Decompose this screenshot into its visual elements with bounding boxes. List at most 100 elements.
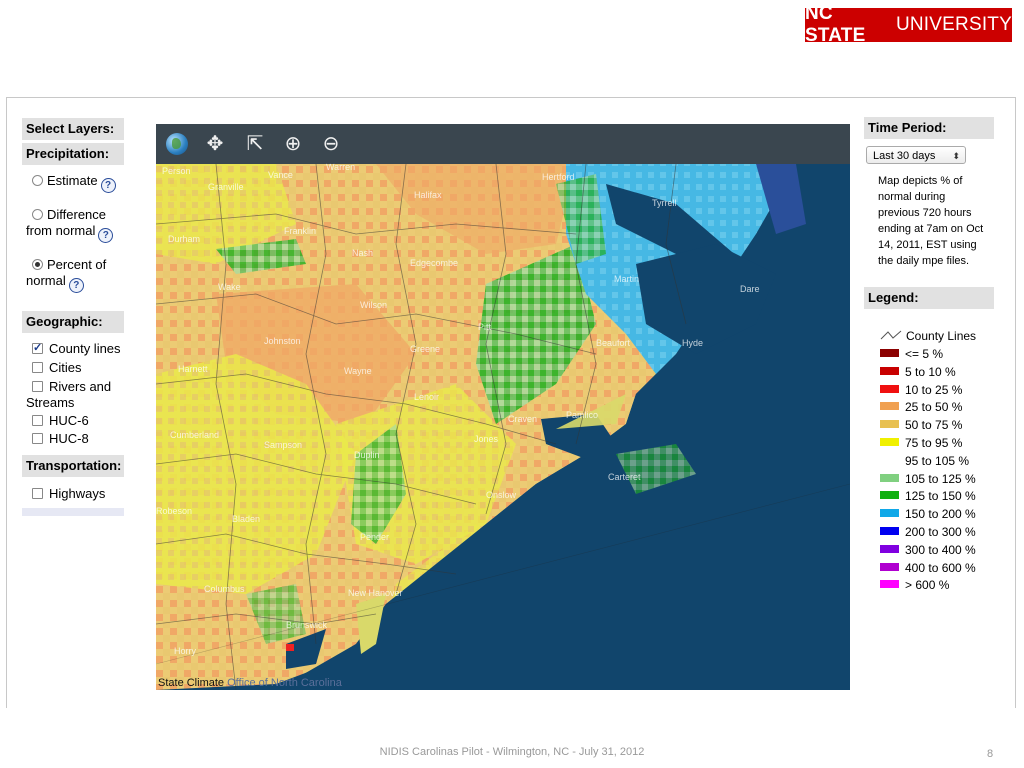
legend-item: 125 to 150 % [880,488,976,505]
county-label-martin: Martin [614,274,640,284]
percent-option[interactable]: Percent of normal? [26,257,106,293]
huc6-option[interactable]: HUC-6 [32,413,89,429]
legend-label: 75 to 95 % [905,436,963,450]
highways-label: Highways [49,486,106,501]
select-layers-header: Select Layers: [22,118,124,140]
description-line: ending at 7am on Oct [878,223,984,235]
description-line: 14, 2011, EST using [878,239,977,251]
legend-label: 25 to 50 % [905,400,963,415]
huc6-checkbox[interactable] [32,415,43,426]
difference-label-line1: Difference [47,207,107,222]
county-label-halifax: Halifax [414,190,442,200]
logo-light: UNIVERSITY [895,14,1012,35]
rivers-option[interactable]: Rivers and Streams [26,379,111,411]
legend-item: 50 to 75 % [880,417,962,434]
huc8-checkbox[interactable] [32,433,43,444]
legend-swatch [880,527,899,535]
legend-label: 5 to 10 % [905,364,956,379]
county-lines-label: County lines [49,341,121,356]
time-period-select[interactable]: Last 30 days ⬍ [866,146,966,164]
percent-label-line2: normal [26,273,66,288]
precipitation-map[interactable]: Person Vance Warren Granville Halifax He… [156,124,850,690]
legend-item: 5 to 10 % [880,364,956,381]
legend-swatch [880,384,899,393]
highways-checkbox[interactable] [32,488,43,499]
legend-item: 95 to 105 % [880,453,969,470]
county-label-bladen: Bladen [232,514,261,524]
county-label-edgecombe: Edgecombe [410,258,459,268]
legend-swatch [880,473,899,482]
county-label-hyde: Hyde [682,338,704,348]
rivers-label-line2: Streams [26,395,75,410]
legend-label: 10 to 25 % [905,382,963,397]
cities-checkbox[interactable] [32,362,43,373]
county-label-durham: Durham [168,234,201,244]
county-label-brunswick: Brunswick [286,620,328,630]
legend-county-lines-label: County Lines [906,329,977,343]
percent-radio[interactable] [32,259,43,270]
map-toolbar: ✥ ⇱ ⊕ ⊖ [156,124,850,164]
difference-option[interactable]: Difference from normal? [26,207,114,243]
huc8-option[interactable]: HUC-8 [32,431,89,447]
county-label-robeson: Robeson [156,506,193,516]
county-label-granville: Granville [208,182,244,192]
legend-label: 50 to 75 % [905,418,963,433]
county-label-dare: Dare [740,284,760,294]
rivers-checkbox[interactable] [32,381,43,392]
legend-item: 200 to 300 % [880,524,976,541]
county-lines-option[interactable]: County lines [32,340,121,357]
description-line: previous 720 hours [878,207,972,219]
estimate-help-icon[interactable]: ? [100,178,116,193]
legend-label: 400 to 600 % [905,560,976,575]
county-label-hertford: Hertford [542,172,575,182]
map-credit: State Climate Office of North Carolina [158,677,342,689]
legend-item: 75 to 95 % [880,435,962,452]
legend-item: <= 5 % [880,346,943,363]
difference-label-line2: from normal [26,223,96,238]
geographic-header: Geographic: [22,311,124,333]
county-label-pamlico: Pamlico [566,410,599,420]
highways-option[interactable]: Highways [32,486,105,502]
ncsu-logo: NC STATE UNIVERSITY [805,3,1012,46]
legend-label: 150 to 200 % [905,507,976,522]
county-label-johnston: Johnston [264,336,301,346]
county-lines-checkbox[interactable] [32,340,43,356]
left-panel-footer [22,508,124,516]
cities-option[interactable]: Cities [32,360,82,376]
estimate-radio[interactable] [32,175,43,186]
zoom-box-icon[interactable]: ⇱ [242,131,268,157]
map-canvas[interactable] [156,124,850,690]
legend-label: 105 to 125 % [905,471,976,486]
legend-swatch [880,438,899,446]
county-label-person: Person [162,166,191,176]
difference-help-icon[interactable]: ? [98,228,114,243]
county-label-sampson: Sampson [264,440,303,450]
percent-label-line1: Percent of [47,257,107,272]
legend-swatch [880,509,899,518]
legend-label: 200 to 300 % [905,525,976,539]
globe-icon[interactable] [166,133,188,155]
county-label-wilson: Wilson [360,300,388,310]
time-period-header: Time Period: [864,117,994,139]
legend-swatch [880,491,899,500]
pan-icon[interactable]: ✥ [202,131,228,157]
logo-bold: NC STATE [805,3,866,46]
time-period-value: Last 30 days [873,150,936,162]
legend-label: 95 to 105 % [905,453,970,468]
map-credit-text: State Climate [158,677,225,689]
percent-help-icon[interactable]: ? [68,278,84,293]
select-arrows-icon: ⬍ [952,151,960,161]
estimate-option[interactable]: Estimate? [32,173,116,193]
county-label-pitt: Pitt [478,322,492,332]
legend-swatch [880,544,899,553]
county-label-jones: Jones [474,434,499,444]
county-label-tyrrell: Tyrrell [652,198,677,208]
description-line: the daily mpe files. [878,255,970,267]
legend-item: 400 to 600 % [880,560,976,577]
zoom-out-icon[interactable]: ⊖ [318,131,344,157]
legend-item: 300 to 400 % [880,542,976,559]
county-label-horry: Horry [174,646,196,656]
zoom-in-icon[interactable]: ⊕ [280,131,306,157]
difference-radio[interactable] [32,209,43,220]
county-label-wayne: Wayne [344,366,372,376]
